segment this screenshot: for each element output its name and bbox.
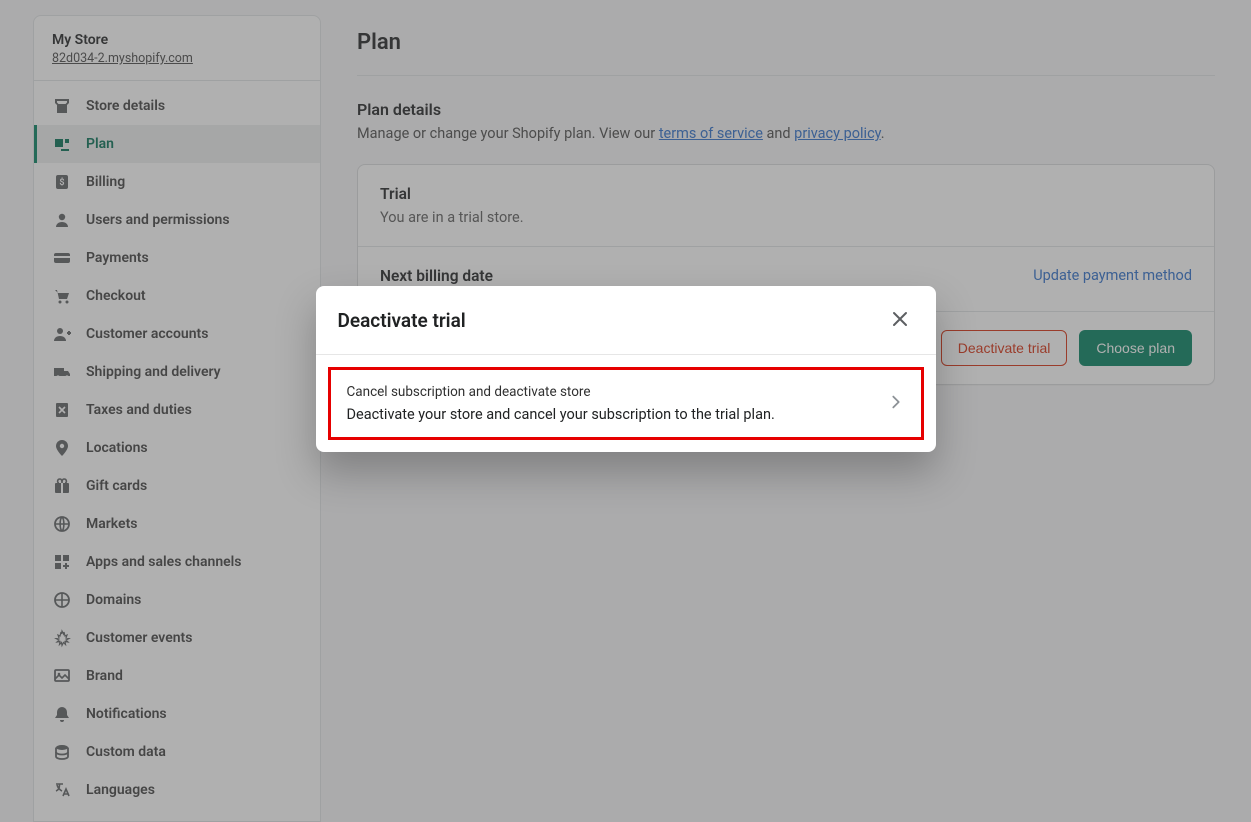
cancel-subscription-option[interactable]: Cancel subscription and deactivate store… [328,367,924,440]
deactivate-trial-modal: Deactivate trial Cancel subscription and… [316,286,936,452]
modal-title: Deactivate trial [338,309,466,332]
close-icon [890,309,910,332]
option-description: Deactivate your store and cancel your su… [347,406,775,423]
chevron-right-icon [887,393,905,415]
modal-header: Deactivate trial [316,286,936,355]
modal-overlay[interactable]: Deactivate trial Cancel subscription and… [0,0,1251,822]
modal-body: Cancel subscription and deactivate store… [316,355,936,452]
modal-close-button[interactable] [886,306,914,334]
option-title: Cancel subscription and deactivate store [347,384,775,400]
